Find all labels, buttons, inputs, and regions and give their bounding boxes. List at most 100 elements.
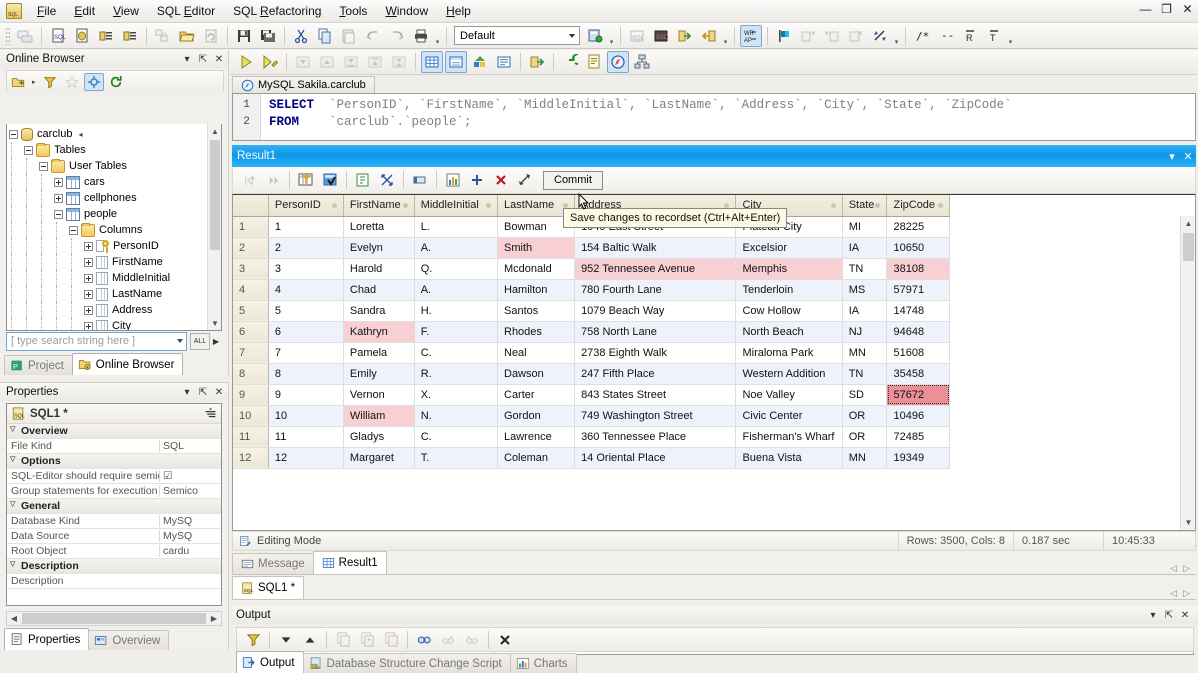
tree-scrollbar[interactable]: ▲ ▼ (207, 124, 221, 330)
table-cell[interactable]: Santos (498, 300, 575, 321)
tree-node-people[interactable]: people (9, 206, 221, 222)
search-input[interactable]: [ type search string here ] (6, 332, 187, 351)
expand-icon[interactable] (84, 258, 93, 267)
find-prev-icon[interactable] (461, 629, 483, 651)
refresh-file-icon[interactable] (200, 25, 222, 47)
row-number[interactable]: 5 (233, 300, 268, 321)
table-cell[interactable]: 843 States Street (575, 384, 736, 405)
table-cell[interactable]: 11 (268, 426, 343, 447)
chevron-down-icon[interactable]: ▾ (180, 52, 194, 66)
result-data-grid[interactable]: PersonIDFirstNameMiddleInitialLastNameAd… (232, 194, 1196, 531)
profile-combo[interactable]: Default (454, 26, 580, 45)
property-group[interactable]: Overview (7, 424, 221, 439)
table-cell[interactable]: SD (842, 384, 887, 405)
sort-indicator-icon[interactable] (486, 203, 491, 208)
table-cell[interactable]: Gladys (343, 426, 414, 447)
uncomment-icon[interactable]: -- (935, 25, 957, 47)
row-number[interactable]: 11 (233, 426, 268, 447)
menu-tools[interactable]: Tools (330, 1, 376, 21)
table-cell[interactable]: MN (842, 447, 887, 468)
table-cell[interactable]: IA (842, 237, 887, 258)
table-cell[interactable]: 952 Tennessee Avenue (575, 258, 736, 279)
property-group[interactable]: Options (7, 454, 221, 469)
table-cell[interactable]: Pamela (343, 342, 414, 363)
menu-help[interactable]: Help (437, 1, 480, 21)
copy-row-icon[interactable] (352, 169, 374, 191)
table-cell[interactable]: MI (842, 216, 887, 237)
close-icon[interactable]: ✕ (1180, 150, 1196, 163)
sort-grid-icon[interactable] (319, 169, 341, 191)
menu-sql-editor[interactable]: SQL Editor (148, 1, 224, 21)
close-icon[interactable]: ✕ (1178, 608, 1192, 622)
table-cell[interactable]: 94648 (887, 321, 950, 342)
scrollbar-thumb[interactable] (210, 140, 220, 250)
column-header-middleinitial[interactable]: MiddleInitial (414, 195, 497, 216)
table-cell[interactable]: Loretta (343, 216, 414, 237)
copy-icon[interactable] (332, 629, 354, 651)
property-group[interactable]: General (7, 499, 221, 514)
table-cell[interactable]: 38108 (887, 258, 950, 279)
table-cell[interactable]: Mcdonald (498, 258, 575, 279)
table-cell[interactable]: A. (414, 237, 497, 258)
expand-icon[interactable] (54, 194, 63, 203)
last-result-icon[interactable] (340, 51, 362, 73)
all-results-icon[interactable] (388, 51, 410, 73)
open-folder-icon[interactable] (176, 25, 198, 47)
menu-view[interactable]: View (104, 1, 148, 21)
scroll-up-icon[interactable] (299, 629, 321, 651)
table-cell[interactable]: 360 Tennessee Place (575, 426, 736, 447)
table-row[interactable]: 1010WilliamN.Gordon749 Washington Street… (233, 405, 950, 426)
expand-icon[interactable] (84, 290, 93, 299)
table-cell[interactable]: 1079 Beach Way (575, 300, 736, 321)
link-objects-icon[interactable] (152, 25, 174, 47)
tree-node-columns[interactable]: Columns (9, 222, 221, 238)
table-cell[interactable]: Buena Vista (736, 447, 842, 468)
pin-icon[interactable]: ⇱ (196, 52, 210, 66)
scroll-left-icon[interactable]: ◀ (7, 614, 21, 623)
table-cell[interactable]: 5 (268, 300, 343, 321)
table-cell[interactable]: Harold (343, 258, 414, 279)
script-icon[interactable] (583, 51, 605, 73)
table-cell[interactable]: North Beach (736, 321, 842, 342)
wrap-text-icon[interactable]: WRAP (740, 25, 762, 47)
flag-icon[interactable] (773, 25, 795, 47)
tree-node-cars[interactable]: cars (9, 174, 221, 190)
table-cell[interactable]: MS (842, 279, 887, 300)
new-object-icon[interactable] (71, 25, 93, 47)
copy-all-icon[interactable] (356, 629, 378, 651)
explain-plan-icon[interactable] (607, 51, 629, 73)
table-row[interactable]: 88EmilyR.Dawson247 Fifth PlaceWestern Ad… (233, 363, 950, 384)
table-cell[interactable]: TN (842, 258, 887, 279)
table-cell[interactable]: 51608 (887, 342, 950, 363)
first-record-icon[interactable] (238, 169, 260, 191)
top-icon[interactable]: T (983, 25, 1005, 47)
text-view-icon[interactable] (493, 51, 515, 73)
print-icon[interactable] (410, 25, 432, 47)
find-next-icon[interactable] (437, 629, 459, 651)
row-number[interactable]: 8 (233, 363, 268, 384)
chevron-down-icon[interactable]: ▾ (1146, 608, 1160, 622)
table-cell[interactable]: 7 (268, 342, 343, 363)
table-cell[interactable]: Coleman (498, 447, 575, 468)
close-icon[interactable]: ✕ (212, 52, 226, 66)
table-cell[interactable]: Cow Hollow (736, 300, 842, 321)
menu-window[interactable]: Window (376, 1, 437, 21)
prev-result-icon[interactable] (316, 51, 338, 73)
save-all-icon[interactable] (257, 25, 279, 47)
chart-icon[interactable] (442, 169, 464, 191)
property-value[interactable]: SQL (159, 440, 221, 452)
redo-icon[interactable] (386, 25, 408, 47)
collapse-icon[interactable] (39, 162, 48, 171)
reverse-icon[interactable]: R (959, 25, 981, 47)
table-row[interactable]: 33HaroldQ.Mcdonald952 Tennessee AvenueMe… (233, 258, 950, 279)
import-icon[interactable] (674, 25, 696, 47)
table-cell[interactable]: L. (414, 216, 497, 237)
tree-node-firstname[interactable]: FirstName (9, 254, 221, 270)
search-all-button[interactable]: ALL (190, 333, 210, 350)
add-row-icon[interactable] (466, 169, 488, 191)
grid-vertical-scrollbar[interactable]: ▲ ▼ (1180, 216, 1195, 530)
table-cell[interactable]: 247 Fifth Place (575, 363, 736, 384)
table-row[interactable]: 99VernonX.Carter843 States StreetNoe Val… (233, 384, 950, 405)
visual-query-icon[interactable] (631, 51, 653, 73)
collapse-icon[interactable] (69, 226, 78, 235)
